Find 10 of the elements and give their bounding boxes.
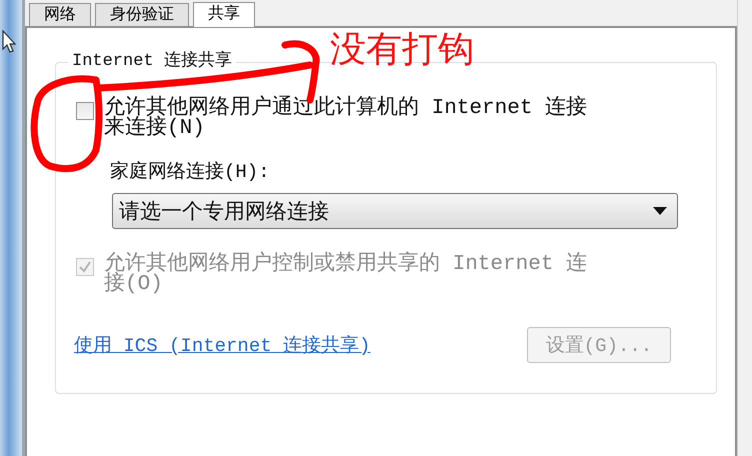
checkbox[interactable]	[76, 102, 94, 120]
annotation-text: 没有打钩	[330, 28, 474, 72]
tab[interactable]: 网络	[29, 3, 91, 26]
cursor-icon	[2, 30, 16, 54]
field-label: 家庭网络连接(H):	[110, 161, 271, 183]
network-dropdown[interactable]: 请选一个专用网络连接	[112, 193, 678, 229]
tab[interactable]: 共享	[193, 2, 255, 27]
tab[interactable]: 身份验证	[95, 3, 189, 26]
caret-icon	[653, 207, 667, 215]
ics-link[interactable]: 使用 ICS (Internet 连接共享)	[74, 332, 370, 358]
